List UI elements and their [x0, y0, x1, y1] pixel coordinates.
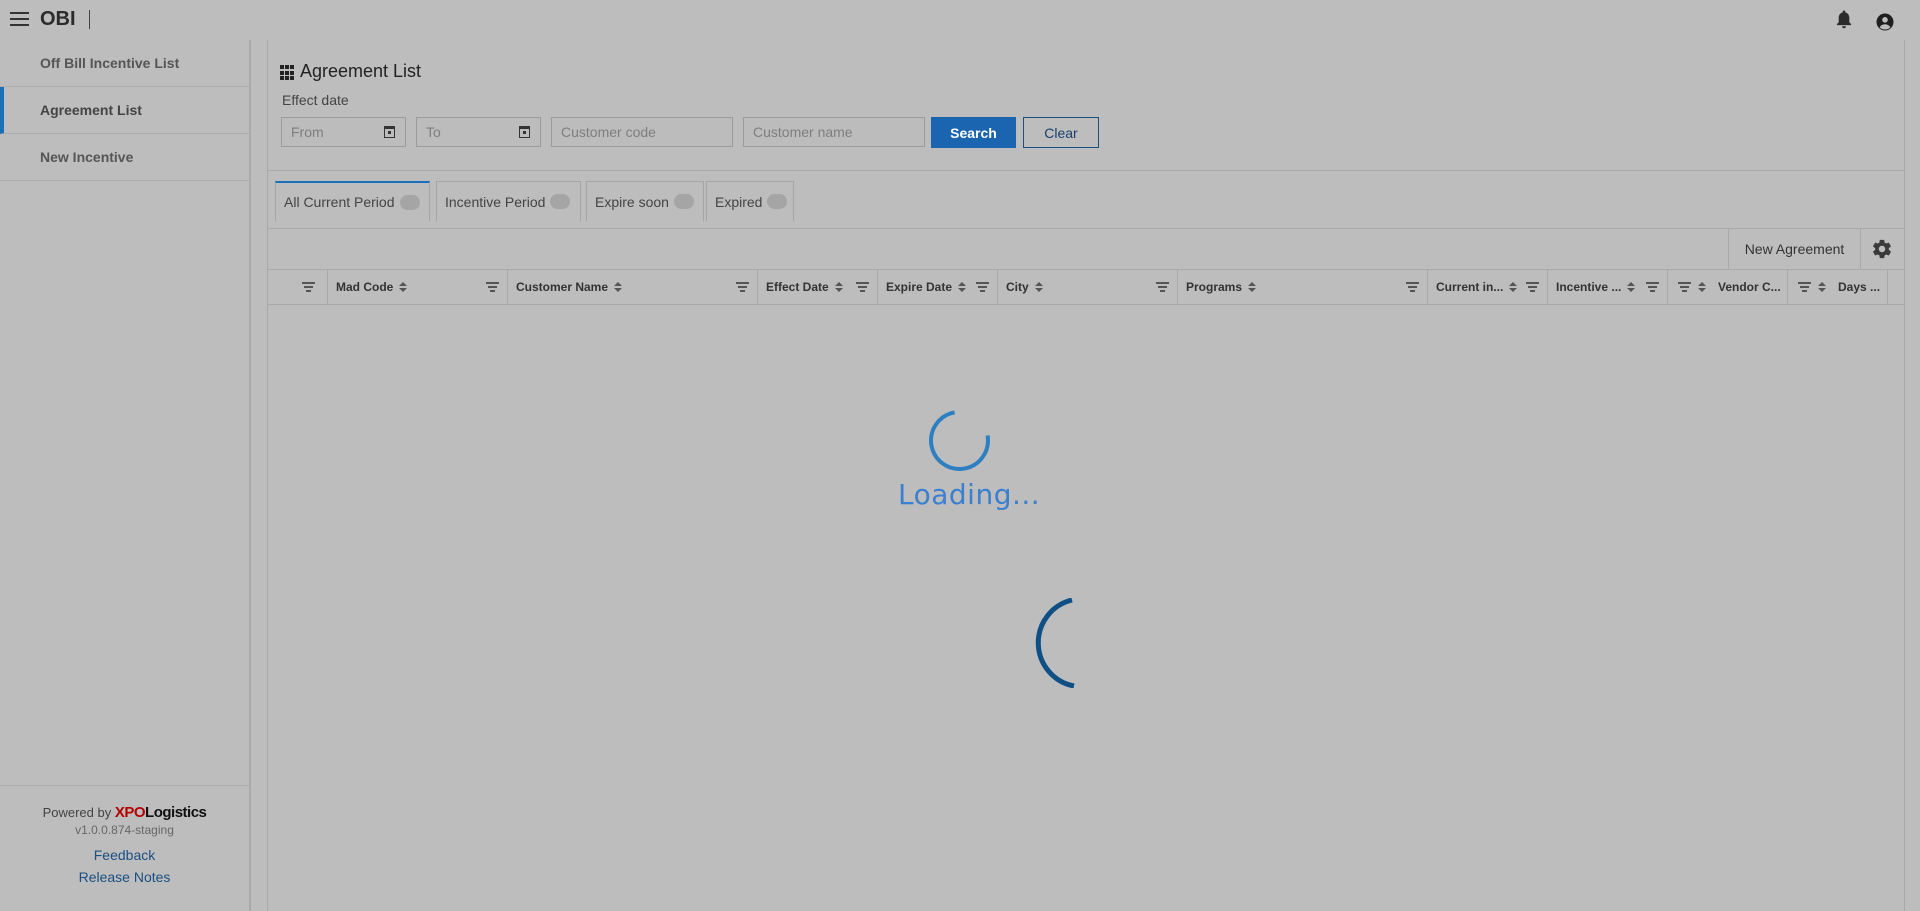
tab-expire-soon[interactable]: Expire soon — [586, 181, 704, 221]
from-date-input[interactable]: From — [281, 117, 406, 147]
tab-label: Incentive Period — [445, 193, 546, 210]
to-date-placeholder: To — [426, 124, 441, 140]
column-label: City — [1006, 280, 1029, 294]
tab-label: All Current Period — [284, 194, 395, 210]
version-label: v1.0.0.874-staging — [75, 823, 174, 837]
customer-code-input[interactable]: Customer code — [551, 117, 733, 147]
filter-icon[interactable] — [856, 282, 869, 292]
powered-by-label: Powered by — [42, 805, 112, 820]
sort-icon[interactable] — [1627, 281, 1636, 293]
column-header-programs[interactable]: Programs — [1178, 270, 1428, 304]
column-label: Incentive ... — [1556, 280, 1622, 294]
customer-name-placeholder: Customer name — [753, 124, 853, 140]
filter-icon[interactable] — [1798, 282, 1811, 292]
column-label: Vendor C... — [1718, 280, 1781, 294]
sort-icon[interactable] — [834, 281, 843, 293]
column-header-expire-date[interactable]: Expire Date — [878, 270, 998, 304]
sort-icon[interactable] — [1698, 281, 1706, 293]
xpo-logistics-logo: XPOLogistics — [114, 804, 207, 821]
column-header-current-incentive[interactable]: Current in... — [1428, 270, 1548, 304]
sort-icon[interactable] — [1818, 281, 1826, 293]
tab-label: Expired — [715, 193, 763, 210]
column-label: Expire Date — [886, 280, 953, 294]
sidebar-item-agreement-list[interactable]: Agreement List — [0, 87, 249, 134]
grid-header: Mad Code Customer Name Effect Date Expir… — [267, 270, 1905, 305]
column-header-city[interactable]: City — [998, 270, 1178, 304]
customer-name-input[interactable]: Customer name — [743, 117, 925, 147]
filter-icon[interactable] — [1156, 282, 1169, 292]
filter-icon[interactable] — [1646, 282, 1659, 292]
top-bar: OBI — [0, 0, 1920, 40]
column-label: Programs — [1186, 280, 1243, 294]
filter-icon[interactable] — [976, 282, 989, 292]
tab-all-current-period[interactable]: All Current Period — [275, 181, 430, 221]
sort-icon[interactable] — [958, 281, 967, 293]
sidebar: Off Bill Incentive List Agreement List N… — [0, 40, 251, 911]
tab-incentive-period[interactable]: Incentive Period — [436, 181, 581, 221]
clear-button[interactable]: Clear — [1023, 117, 1099, 148]
column-label: Effect Date — [766, 280, 829, 294]
sort-icon[interactable] — [399, 281, 408, 293]
effect-date-label: Effect date — [282, 92, 349, 108]
calendar-icon[interactable] — [384, 126, 395, 138]
column-label: Customer Name — [516, 280, 609, 294]
column-label: Current in... — [1436, 280, 1504, 294]
column-header-vendor-code[interactable]: Vendor C... — [1668, 270, 1788, 304]
sort-icon[interactable] — [1034, 281, 1043, 293]
powered-by: Powered by XPOLogistics — [0, 804, 249, 821]
count-badge — [550, 194, 571, 209]
column-header-effect-date[interactable]: Effect Date — [758, 270, 878, 304]
progress-spinner-icon — [1035, 598, 1075, 688]
search-button[interactable]: Search — [931, 117, 1016, 148]
sidebar-item-off-bill-incentive-list[interactable]: Off Bill Incentive List — [0, 40, 249, 87]
select-column-header[interactable] — [268, 270, 328, 304]
release-notes-link[interactable]: Release Notes — [0, 869, 249, 885]
to-date-input[interactable]: To — [416, 117, 541, 147]
count-badge — [673, 194, 694, 209]
tab-label: Expire soon — [595, 193, 669, 210]
from-date-placeholder: From — [291, 124, 324, 140]
page-title: Agreement List — [300, 61, 422, 81]
bell-icon[interactable] — [1836, 10, 1852, 30]
customer-code-placeholder: Customer code — [561, 124, 656, 140]
hamburger-menu-icon[interactable] — [10, 12, 29, 27]
sort-icon[interactable] — [614, 281, 623, 293]
calendar-icon[interactable] — [519, 126, 530, 138]
feedback-link[interactable]: Feedback — [0, 847, 249, 863]
tab-expired[interactable]: Expired — [706, 181, 794, 221]
period-tabs: All Current Period Incentive Period Expi… — [267, 171, 1905, 228]
column-header-incentive[interactable]: Incentive ... — [1548, 270, 1668, 304]
filter-icon[interactable] — [486, 282, 499, 292]
title-divider — [89, 10, 90, 29]
grid-icon — [280, 65, 296, 81]
column-label: Mad Code — [336, 280, 394, 294]
sidebar-item-new-incentive[interactable]: New Incentive — [0, 134, 249, 181]
filter-icon[interactable] — [1526, 282, 1539, 292]
loading-text: Loading... — [898, 478, 1041, 511]
sort-icon[interactable] — [1248, 281, 1257, 293]
filter-icon[interactable] — [302, 282, 315, 292]
column-header-mad-code[interactable]: Mad Code — [328, 270, 508, 304]
app-title: OBI — [40, 8, 76, 30]
column-header-days[interactable]: Days ... — [1788, 270, 1888, 304]
count-badge — [767, 194, 788, 209]
column-header-customer-name[interactable]: Customer Name — [508, 270, 758, 304]
user-account-icon[interactable] — [1876, 13, 1894, 31]
filter-icon[interactable] — [736, 282, 749, 292]
filter-icon[interactable] — [1406, 282, 1419, 292]
filter-icon[interactable] — [1678, 282, 1691, 292]
filter-panel: Agreement List Effect date From To Custo… — [267, 40, 1905, 171]
gear-icon[interactable] — [1871, 238, 1893, 260]
new-agreement-button[interactable]: New Agreement — [1728, 229, 1861, 269]
count-badge — [399, 194, 420, 210]
column-label: Days ... — [1838, 280, 1881, 294]
sidebar-footer: Powered by XPOLogistics v1.0.0.874-stagi… — [0, 785, 249, 911]
grid-toolbar: New Agreement — [267, 228, 1905, 270]
sort-icon[interactable] — [1509, 281, 1518, 293]
